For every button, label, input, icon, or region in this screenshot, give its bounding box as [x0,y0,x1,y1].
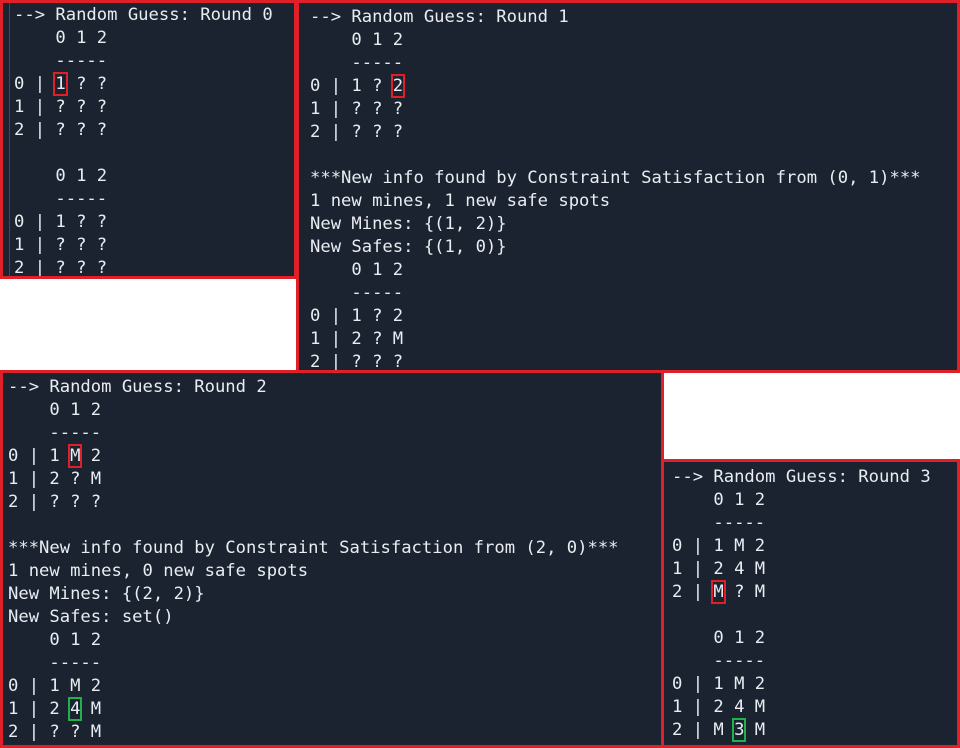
console-text: M [80,699,102,719]
console-line: 0 1 2 [672,490,766,510]
console-line: New Safes: set() [8,607,174,627]
console-line: 0 | 1 ? 2 [310,74,957,98]
console-line: ----- [672,651,766,671]
console-text: 0 | [14,74,56,94]
console-line: 1 | ? ? ? [14,97,108,117]
console-line: 0 1 2 [8,400,102,420]
console-output: --> Random Guess: Round 2 0 1 2 ----- 0 |… [3,373,661,744]
console-line: 0 | 1 ? 2 [310,306,404,326]
terminal-panel-round-1: --> Random Guess: Round 1 0 1 2 ----- 0 |… [296,0,960,373]
terminal-panel-round-3: --> Random Guess: Round 3 0 1 2 ----- 0 |… [661,459,960,748]
console-line: 0 | 1 M 2 [672,674,766,694]
console-line: ***New info found by Constraint Satisfac… [310,168,921,188]
console-line: 0 1 2 [672,628,766,648]
console-line: 0 | 1 ? ? [14,72,294,96]
console-line: 1 new mines, 1 new safe spots [310,191,611,211]
console-text: 0 | 1 [8,446,71,466]
highlighted-cell-green: 3 [732,718,747,742]
console-line: ----- [8,653,102,673]
console-line: 2 | ? ? ? [14,120,108,140]
console-line: 0 1 2 [310,260,404,280]
console-line: 2 | ? ? ? [310,122,404,142]
console-line: 1 | 2 ? M [8,469,102,489]
console-text: 0 | 1 ? [310,76,393,96]
console-line: --> Random Guess: Round 3 [672,467,931,487]
console-line: New Safes: {(1, 0)} [310,237,507,257]
highlighted-cell-green: 4 [68,697,83,721]
console-line: New Mines: {(1, 2)} [310,214,507,234]
console-line: 1 | 2 ? M [310,329,404,349]
console-line: --> Random Guess: Round 0 [14,5,273,25]
terminal-panel-round-2: --> Random Guess: Round 2 0 1 2 ----- 0 |… [0,370,664,748]
console-output: --> Random Guess: Round 3 0 1 2 ----- 0 |… [664,462,957,742]
console-line: New Mines: {(2, 2)} [8,584,205,604]
console-line: 0 | 1 M 2 [8,676,102,696]
console-text: 2 [80,446,102,466]
console-line: ----- [310,53,404,73]
console-line: --> Random Guess: Round 1 [310,7,569,27]
console-line: 0 | 1 ? ? [14,212,108,232]
console-line: 0 | 1 M 2 [672,536,766,556]
highlighted-cell-red: 2 [390,74,406,98]
console-line: 0 1 2 [310,30,404,50]
console-line: 1 | 2 4 M [672,559,766,579]
console-line: 1 | 2 4 M [8,697,661,721]
console-line: 1 | 2 4 M [672,697,766,717]
console-line: 1 | ? ? ? [14,235,108,255]
console-line: 2 | ? ? ? [14,258,108,278]
console-text: 1 | 2 [8,699,71,719]
terminal-panel-round-0: --> Random Guess: Round 0 0 1 2 ----- 0 |… [0,0,297,279]
console-line: 0 1 2 [8,630,102,650]
highlighted-cell-red: 1 [53,72,68,96]
console-line: 0 1 2 [14,166,108,186]
console-line: 2 | ? ? ? [8,492,102,512]
console-text: M [744,720,766,740]
console-line: 2 | M 3 M [672,718,957,742]
console-line: ----- [310,283,404,303]
console-text: 2 | M [672,720,735,740]
console-text: ? M [723,582,766,602]
console-line: 1 | ? ? ? [310,99,404,119]
console-line: ----- [14,51,108,71]
console-line: 1 new mines, 0 new safe spots [8,561,309,581]
console-line: ----- [8,423,102,443]
highlighted-cell-red: M [68,444,83,468]
console-line: 0 | 1 M 2 [8,444,661,468]
console-text: ? ? [65,74,108,94]
console-text: 2 | [672,582,714,602]
console-line: 2 | M ? M [672,580,957,604]
console-line: 2 | ? ? M [8,722,102,742]
console-line: 0 1 2 [14,28,108,48]
console-line: ***New info found by Constraint Satisfac… [8,538,619,558]
console-line: --> Random Guess: Round 2 [8,377,267,397]
highlighted-cell-red: M [711,580,726,604]
console-output: --> Random Guess: Round 0 0 1 2 ----- 0 |… [3,3,294,278]
console-output: --> Random Guess: Round 1 0 1 2 ----- 0 |… [299,3,957,370]
console-line: ----- [14,189,108,209]
console-line: ----- [672,513,766,533]
